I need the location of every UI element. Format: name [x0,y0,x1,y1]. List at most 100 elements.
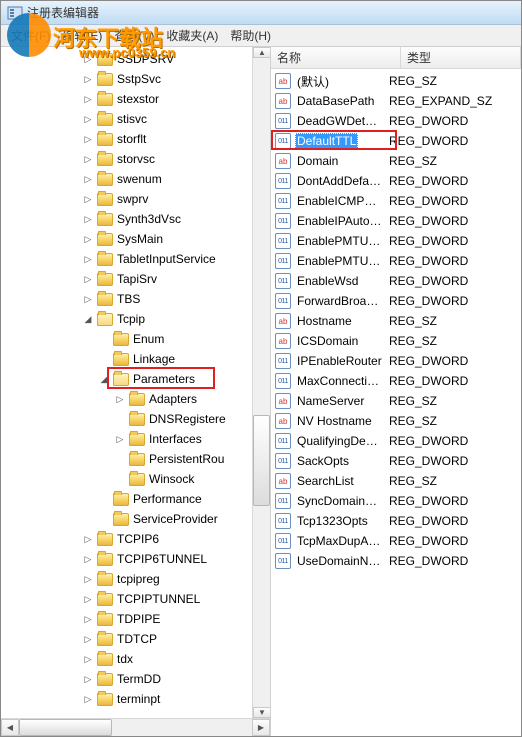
menu-favorites[interactable]: 收藏夹(A) [160,25,224,46]
tree-node[interactable]: ◢Tcpip [1,309,270,329]
value-list[interactable]: ab(默认)REG_SZabDataBasePathREG_EXPAND_SZ0… [271,69,521,571]
tree-node[interactable]: Linkage [1,349,270,369]
tree-node[interactable]: Performance [1,489,270,509]
tree-node[interactable]: ▷Interfaces [1,429,270,449]
menu-edit[interactable]: 编辑(E) [56,25,108,46]
menu-view[interactable]: 查看(V) [108,25,160,46]
chevron-right-icon[interactable]: ▷ [81,72,95,86]
chevron-right-icon[interactable]: ▷ [81,252,95,266]
tree-node[interactable]: Winsock [1,469,270,489]
chevron-right-icon[interactable]: ▷ [81,92,95,106]
tree-node[interactable]: ▷tcpipreg [1,569,270,589]
tree-node[interactable]: ▷stisvc [1,109,270,129]
chevron-right-icon[interactable]: ▷ [81,652,95,666]
chevron-right-icon[interactable]: ▷ [81,192,95,206]
tree-node[interactable]: ▷Synth3dVsc [1,209,270,229]
tree-node[interactable]: ▷TDTCP [1,629,270,649]
list-row[interactable]: 011UseDomainNa...REG_DWORD [271,551,521,571]
chevron-right-icon[interactable]: ▷ [81,132,95,146]
tree-node[interactable]: ▷storflt [1,129,270,149]
list-row[interactable]: 011SyncDomainWi...REG_DWORD [271,491,521,511]
list-row[interactable]: ab(默认)REG_SZ [271,71,521,91]
chevron-right-icon[interactable]: ▷ [81,572,95,586]
chevron-right-icon[interactable]: ▷ [81,552,95,566]
tree-node[interactable]: ServiceProvider [1,509,270,529]
chevron-down-icon[interactable]: ◢ [81,312,95,326]
registry-tree[interactable]: ▷SSDPSRV▷SstpSvc▷stexstor▷stisvc▷storflt… [1,47,270,711]
chevron-right-icon[interactable]: ▷ [81,592,95,606]
chevron-right-icon[interactable]: ▷ [81,532,95,546]
chevron-right-icon[interactable]: ▷ [81,172,95,186]
tree-node[interactable]: ▷TCPIP6TUNNEL [1,549,270,569]
tree-node[interactable]: ▷SstpSvc [1,69,270,89]
tree-node[interactable]: ▷swprv [1,189,270,209]
tree-node[interactable]: ▷TabletInputService [1,249,270,269]
tree-vertical-scrollbar[interactable]: ▲ ▼ [252,47,270,718]
list-row[interactable]: 011DefaultTTLREG_DWORD [271,131,521,151]
tree-node[interactable]: ▷TBS [1,289,270,309]
chevron-down-icon[interactable]: ◢ [97,372,111,386]
list-row[interactable]: 011EnableIPAutoC...REG_DWORD [271,211,521,231]
scroll-thumb[interactable] [253,415,270,506]
list-row[interactable]: 011DeadGWDetec...REG_DWORD [271,111,521,131]
chevron-right-icon[interactable]: ▷ [81,292,95,306]
tree-node[interactable]: DNSRegistere [1,409,270,429]
column-header-name[interactable]: 名称 [271,47,401,68]
tree-node[interactable]: ▷SysMain [1,229,270,249]
list-row[interactable]: abDomainREG_SZ [271,151,521,171]
list-row[interactable]: 011IPEnableRouterREG_DWORD [271,351,521,371]
chevron-right-icon[interactable]: ▷ [81,612,95,626]
list-row[interactable]: 011QualifyingDesti...REG_DWORD [271,431,521,451]
tree-node[interactable]: ▷terminpt [1,689,270,709]
tree-node[interactable]: ▷TCPIP6 [1,529,270,549]
chevron-right-icon[interactable]: ▷ [81,232,95,246]
chevron-right-icon[interactable]: ▷ [113,392,127,406]
scroll-down-icon[interactable]: ▼ [253,707,271,718]
chevron-right-icon[interactable]: ▷ [81,272,95,286]
chevron-right-icon[interactable]: ▷ [81,692,95,706]
tree-node[interactable]: ▷storvsc [1,149,270,169]
list-row[interactable]: abICSDomainREG_SZ [271,331,521,351]
list-row[interactable]: 011EnablePMTUDi...REG_DWORD [271,251,521,271]
list-row[interactable]: 011DontAddDefau...REG_DWORD [271,171,521,191]
scroll-right-icon[interactable]: ▶ [252,719,270,736]
list-row[interactable]: abSearchListREG_SZ [271,471,521,491]
scroll-up-icon[interactable]: ▲ [253,47,271,58]
tree-node[interactable]: Enum [1,329,270,349]
tree-node[interactable]: PersistentRou [1,449,270,469]
chevron-right-icon[interactable]: ▷ [81,152,95,166]
scroll-left-icon[interactable]: ◀ [1,719,19,736]
tree-node[interactable]: ▷TDPIPE [1,609,270,629]
list-row[interactable]: 011EnableWsdREG_DWORD [271,271,521,291]
menu-file[interactable]: 文件(F) [5,25,56,46]
tree-node[interactable]: ▷TCPIPTUNNEL [1,589,270,609]
tree-horizontal-scrollbar[interactable]: ◀ ▶ [1,718,270,736]
list-row[interactable]: 011MaxConnectio...REG_DWORD [271,371,521,391]
chevron-right-icon[interactable]: ▷ [81,112,95,126]
tree-node[interactable]: ▷stexstor [1,89,270,109]
chevron-right-icon[interactable]: ▷ [81,672,95,686]
list-row[interactable]: abNameServerREG_SZ [271,391,521,411]
tree-node[interactable]: ▷swenum [1,169,270,189]
list-row[interactable]: abNV HostnameREG_SZ [271,411,521,431]
scroll-thumb[interactable] [19,719,112,736]
list-row[interactable]: 011SackOptsREG_DWORD [271,451,521,471]
menu-help[interactable]: 帮助(H) [224,25,277,46]
tree-node[interactable]: ▷Adapters [1,389,270,409]
tree-node[interactable]: ▷tdx [1,649,270,669]
chevron-right-icon[interactable]: ▷ [81,52,95,66]
chevron-right-icon[interactable]: ▷ [81,212,95,226]
chevron-right-icon[interactable]: ▷ [113,432,127,446]
column-header-type[interactable]: 类型 [401,47,521,68]
list-row[interactable]: abDataBasePathREG_EXPAND_SZ [271,91,521,111]
list-row[interactable]: 011EnablePMTUB...REG_DWORD [271,231,521,251]
list-row[interactable]: 011TcpMaxDupAc...REG_DWORD [271,531,521,551]
tree-node[interactable]: ▷TermDD [1,669,270,689]
tree-node[interactable]: ◢Parameters [1,369,270,389]
tree-node[interactable]: ▷TapiSrv [1,269,270,289]
tree-node[interactable]: ▷SSDPSRV [1,49,270,69]
list-row[interactable]: abHostnameREG_SZ [271,311,521,331]
list-row[interactable]: 011EnableICMPRe...REG_DWORD [271,191,521,211]
chevron-right-icon[interactable]: ▷ [81,632,95,646]
list-row[interactable]: 011ForwardBroad...REG_DWORD [271,291,521,311]
